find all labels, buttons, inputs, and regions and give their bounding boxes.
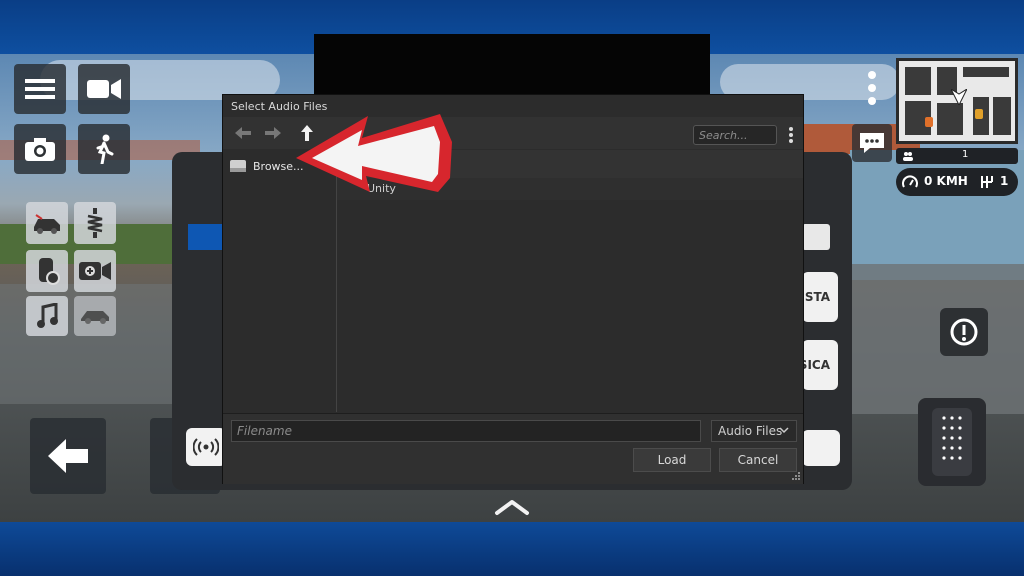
panel-action-button[interactable] bbox=[802, 430, 840, 466]
music-button[interactable] bbox=[26, 296, 68, 336]
camera-add-icon bbox=[79, 262, 111, 280]
back-arrow-icon bbox=[48, 439, 88, 473]
screenshot-button[interactable] bbox=[14, 124, 66, 174]
hazard-button[interactable] bbox=[940, 308, 988, 356]
minimap[interactable] bbox=[896, 58, 1018, 144]
suspension-icon bbox=[87, 208, 103, 238]
panel-option-bottom[interactable]: SICA bbox=[799, 340, 838, 390]
suspension-button[interactable] bbox=[74, 202, 116, 244]
broadcast-icon bbox=[193, 438, 219, 456]
broadcast-button[interactable] bbox=[186, 428, 226, 466]
car-door-icon bbox=[34, 214, 60, 234]
panel-toggle[interactable] bbox=[802, 224, 830, 250]
cancel-button[interactable]: Cancel bbox=[719, 448, 797, 472]
walk-icon bbox=[96, 134, 114, 164]
players-count: 1 bbox=[962, 149, 969, 160]
folder-forward-icon bbox=[265, 127, 281, 139]
filename-input[interactable]: Filename bbox=[231, 420, 701, 442]
chevron-down-icon bbox=[779, 427, 789, 434]
load-button[interactable]: Load bbox=[633, 448, 711, 472]
players-icon bbox=[903, 152, 913, 161]
video-camera-icon bbox=[87, 79, 121, 99]
speed-value: 0 KMH bbox=[924, 174, 968, 188]
panel-option-top-label: STA bbox=[804, 290, 830, 304]
dialog-bottom-bar: Filename Audio Files Load Cancel bbox=[223, 413, 803, 484]
hazard-icon bbox=[950, 318, 978, 346]
car-button[interactable] bbox=[74, 296, 116, 336]
chat-icon bbox=[860, 133, 884, 153]
players-count-bar: 1 bbox=[896, 148, 1018, 164]
search-input[interactable]: Search... bbox=[693, 125, 777, 145]
steer-left-button[interactable] bbox=[30, 418, 106, 494]
pedal-icon bbox=[932, 408, 972, 476]
kebab-icon[interactable] bbox=[786, 125, 796, 145]
menu-icon bbox=[25, 79, 55, 99]
red-pointer-arrow-icon bbox=[296, 114, 452, 192]
speedometer-icon bbox=[902, 175, 918, 188]
drive-icon bbox=[230, 160, 246, 172]
chevron-up-icon[interactable] bbox=[494, 498, 530, 516]
filetype-select-value: Audio Files bbox=[718, 424, 783, 438]
car-icon bbox=[81, 311, 109, 324]
speedometer: 0 KMH 1 bbox=[896, 168, 1018, 196]
gear-shift-icon bbox=[981, 176, 993, 188]
blue-tab bbox=[188, 224, 222, 250]
camera-add-button[interactable] bbox=[74, 250, 116, 292]
panel-option-top[interactable]: STA bbox=[802, 272, 838, 322]
menu-button[interactable] bbox=[14, 64, 66, 114]
bottom-frame-band bbox=[0, 522, 1024, 576]
exit-vehicle-button[interactable] bbox=[78, 124, 130, 174]
player-position-icon bbox=[951, 89, 967, 105]
filetype-select[interactable]: Audio Files bbox=[711, 420, 797, 442]
chat-button[interactable] bbox=[852, 124, 892, 162]
folder-back-icon bbox=[235, 127, 251, 139]
video-button[interactable] bbox=[78, 64, 130, 114]
car-door-button[interactable] bbox=[26, 202, 68, 244]
gear-value: 1 bbox=[1000, 174, 1009, 188]
camera-icon bbox=[25, 138, 55, 161]
back-button[interactable] bbox=[233, 124, 253, 142]
car-settings-icon bbox=[39, 258, 60, 285]
more-options-icon[interactable] bbox=[866, 70, 878, 106]
resize-grip-icon[interactable] bbox=[791, 471, 801, 481]
forward-button[interactable] bbox=[263, 124, 283, 142]
car-settings-button[interactable] bbox=[26, 250, 68, 292]
music-icon bbox=[37, 303, 58, 328]
accelerator-pedal[interactable] bbox=[918, 398, 986, 486]
